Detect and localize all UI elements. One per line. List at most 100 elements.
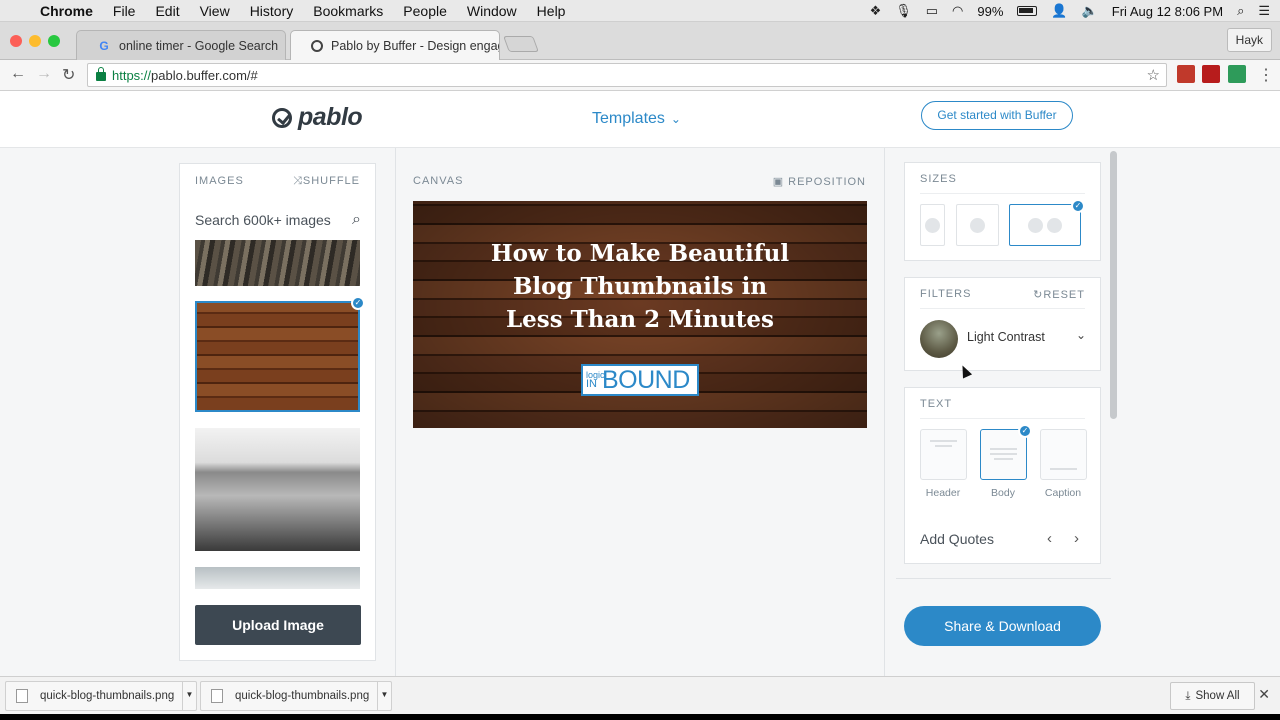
menu-window[interactable]: Window: [467, 3, 517, 19]
chevron-down-icon: ⌄: [670, 112, 681, 126]
file-icon: [16, 689, 28, 703]
logo-big-text: BOUND: [602, 365, 690, 394]
headline-line: Blog Thumbnails in: [512, 273, 768, 300]
sizes-panel: SIZES ✓: [904, 162, 1101, 261]
scrollbar[interactable]: [1110, 151, 1117, 419]
microphone-icon[interactable]: 🎙: [895, 3, 912, 19]
upload-image-button[interactable]: Upload Image: [195, 605, 361, 645]
caret-down-icon[interactable]: ▼: [377, 682, 391, 710]
calendar-extension-icon[interactable]: [1177, 65, 1195, 83]
design-canvas[interactable]: How to Make Beautiful Blog Thumbnails in…: [413, 201, 867, 428]
search-placeholder: Search 600k+ images: [195, 212, 331, 228]
address-bar[interactable]: https://pablo.buffer.com/# ☆: [87, 63, 1167, 87]
battery-icon[interactable]: [1017, 6, 1038, 16]
tab-pablo[interactable]: Pablo by Buffer - Design engag: [290, 30, 500, 60]
forward-arrow-icon[interactable]: →: [36, 65, 52, 83]
image-search-input[interactable]: Search 600k+ images ⌕: [195, 209, 361, 231]
text-title: TEXT: [920, 398, 953, 410]
canvas-logo-overlay[interactable]: logic IN BOUND: [581, 364, 699, 396]
download-item[interactable]: quick-blog-thumbnails.png ▼: [200, 681, 392, 711]
share-download-button[interactable]: Share & Download: [904, 606, 1101, 646]
caret-down-icon[interactable]: ▼: [182, 682, 196, 710]
reposition-button[interactable]: ▣ REPOSITION: [773, 175, 866, 188]
tab-title: Pablo by Buffer - Design engag: [331, 38, 500, 53]
add-quotes-label: Add Quotes: [920, 531, 994, 547]
close-window-button[interactable]: [10, 35, 22, 47]
image-thumbnail-wood-selected[interactable]: [195, 301, 360, 412]
back-arrow-icon[interactable]: ←: [10, 65, 26, 83]
notification-center-icon[interactable]: ☰: [1258, 3, 1270, 19]
headline-line: How to Make Beautiful: [490, 240, 790, 267]
reload-icon[interactable]: ↻: [62, 65, 75, 85]
tab-title: online timer - Google Search: [119, 38, 279, 53]
clock[interactable]: Fri Aug 12 8:06 PM: [1112, 4, 1223, 19]
shuffle-button[interactable]: ⤨SHUFFLE: [293, 175, 360, 188]
templates-dropdown[interactable]: Templates ⌄: [592, 110, 681, 128]
menu-history[interactable]: History: [250, 3, 294, 19]
bookmark-star-icon[interactable]: ☆: [1147, 66, 1160, 84]
window-controls: [10, 35, 60, 47]
minimize-window-button[interactable]: [29, 35, 41, 47]
download-icon: ⤓: [1185, 689, 1191, 702]
menu-bookmarks[interactable]: Bookmarks: [313, 3, 383, 19]
chevron-down-icon[interactable]: ⌄: [1076, 328, 1086, 342]
maximize-window-button[interactable]: [48, 35, 60, 47]
check-icon: ✓: [1071, 199, 1085, 213]
canvas-headline[interactable]: How to Make Beautiful Blog Thumbnails in…: [413, 237, 867, 336]
pablo-logo[interactable]: pablo: [272, 103, 363, 132]
check-icon: ✓: [1018, 424, 1032, 438]
user-icon[interactable]: 👤: [1051, 3, 1067, 19]
size-facebook-twitter-option[interactable]: [1009, 204, 1081, 246]
image-thumbnail-beach[interactable]: [195, 428, 360, 551]
chevron-right-icon[interactable]: ›: [1074, 530, 1079, 547]
battery-percent: 99%: [977, 3, 1004, 19]
filter-select[interactable]: Light Contrast: [967, 330, 1045, 344]
download-item[interactable]: quick-blog-thumbnails.png ▼: [5, 681, 197, 711]
spotlight-search-icon[interactable]: ⌕: [1237, 3, 1244, 19]
menu-app-chrome[interactable]: Chrome: [40, 3, 93, 19]
shuffle-icon: ⤨: [293, 175, 303, 187]
new-tab-button[interactable]: [503, 36, 539, 52]
get-started-button[interactable]: Get started with Buffer: [921, 101, 1073, 130]
reposition-icon: ▣: [772, 176, 789, 188]
close-icon[interactable]: ✕: [1258, 686, 1270, 703]
site-header: pablo Templates ⌄ Get started with Buffe…: [0, 91, 1280, 148]
logo-text: pablo: [298, 103, 363, 131]
images-panel: IMAGES ⤨SHUFFLE Search 600k+ images ⌕ ✓ …: [179, 163, 376, 661]
menu-edit[interactable]: Edit: [155, 3, 179, 19]
tab-google-search[interactable]: G online timer - Google Search: [76, 30, 286, 60]
extension-icon[interactable]: [1228, 65, 1246, 83]
airplay-icon[interactable]: ▭: [926, 3, 938, 19]
check-icon: ✓: [351, 296, 365, 310]
filters-panel: FILTERS ↻RESET Light Contrast ⌄: [904, 277, 1101, 371]
dropbox-icon[interactable]: ❖: [870, 3, 882, 19]
chevron-left-icon[interactable]: ‹: [1047, 530, 1052, 547]
chrome-menu-icon[interactable]: ⋮: [1258, 65, 1274, 85]
image-thumbnail-rocks[interactable]: [195, 240, 360, 286]
menu-help[interactable]: Help: [537, 3, 566, 19]
pablo-page: pablo Templates ⌄ Get started with Buffe…: [0, 91, 1280, 676]
wifi-icon[interactable]: ◠: [952, 3, 963, 19]
menu-view[interactable]: View: [200, 3, 230, 19]
menu-file[interactable]: File: [113, 3, 136, 19]
search-icon[interactable]: ⌕: [352, 211, 361, 229]
text-option-header[interactable]: [920, 429, 967, 480]
size-pinterest-option[interactable]: [920, 204, 945, 246]
size-instagram-option[interactable]: [956, 204, 999, 246]
film-extension-icon[interactable]: [1202, 65, 1220, 83]
sizes-title: SIZES: [920, 173, 957, 185]
pablo-logo-icon: [272, 107, 292, 128]
reposition-label: REPOSITION: [788, 176, 866, 188]
menu-people[interactable]: People: [403, 3, 447, 19]
show-all-button[interactable]: ⤓ Show All: [1170, 682, 1255, 710]
profile-button[interactable]: Hayk: [1226, 28, 1272, 52]
text-option-caption[interactable]: [1040, 429, 1087, 480]
reset-icon: ↻: [1033, 289, 1044, 301]
text-option-label: Header: [925, 487, 961, 499]
bottom-bar: [0, 714, 1280, 720]
volume-icon[interactable]: 🔈: [1082, 3, 1098, 19]
url-scheme: https://: [112, 67, 152, 83]
image-thumbnail-sky[interactable]: [195, 567, 360, 589]
reset-button[interactable]: ↻RESET: [1033, 288, 1085, 301]
filter-preview: [920, 320, 958, 358]
